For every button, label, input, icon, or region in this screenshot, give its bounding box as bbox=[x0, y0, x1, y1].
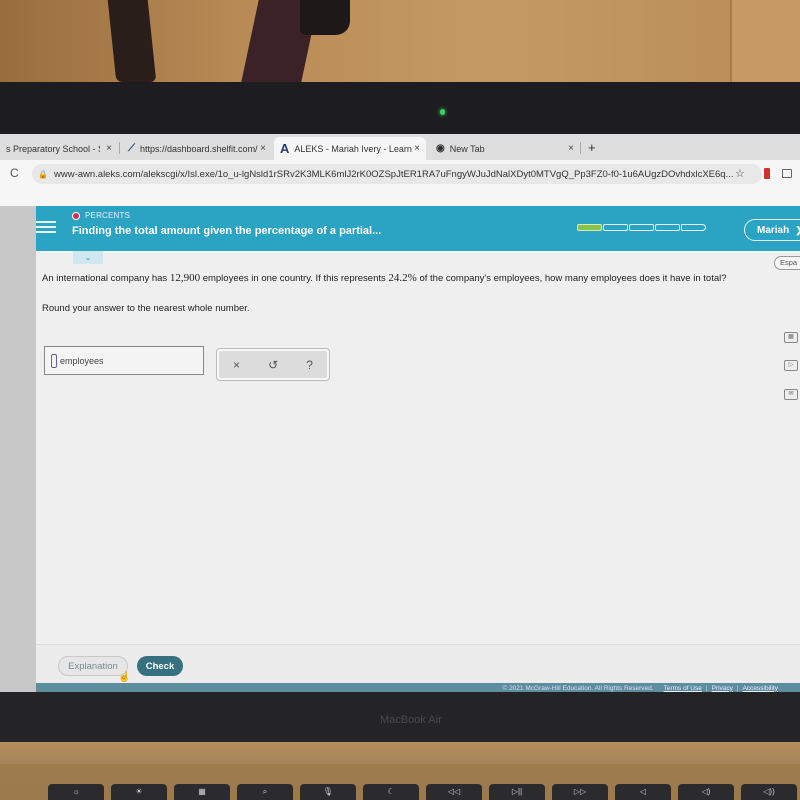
function-key[interactable]: ◁)) bbox=[741, 784, 797, 800]
mouse-pointer-icon: ☝ bbox=[118, 672, 131, 683]
tab-label: https://dashboard.shelfit.com/ bbox=[140, 143, 258, 154]
device-brand-label: MacBook Air bbox=[380, 714, 442, 726]
progress-segment bbox=[655, 224, 680, 231]
input-cursor-icon bbox=[51, 353, 57, 368]
function-key[interactable]: ☼ bbox=[48, 784, 104, 800]
tab-new-tab[interactable]: ◉ New Tab × bbox=[430, 137, 580, 160]
aleks-page: PERCENTS Finding the total amount given … bbox=[0, 206, 800, 692]
progress-segment bbox=[577, 224, 602, 231]
new-tab-button[interactable]: + bbox=[588, 140, 596, 155]
lock-icon: 🔒 bbox=[38, 169, 48, 179]
background-shoe bbox=[300, 0, 350, 35]
menu-hamburger-icon[interactable] bbox=[36, 218, 56, 234]
collapse-header-button[interactable]: ⌄ bbox=[73, 251, 103, 264]
background-room bbox=[0, 0, 800, 90]
laptop-top-bezel bbox=[0, 82, 800, 138]
tab-close-icon[interactable]: × bbox=[414, 143, 420, 154]
privacy-link[interactable]: Privacy bbox=[712, 685, 733, 692]
reload-icon[interactable]: C bbox=[10, 166, 19, 180]
shelfit-favicon-icon: ⟋ bbox=[128, 143, 135, 154]
tab-close-icon[interactable]: × bbox=[260, 143, 266, 154]
help-icon[interactable]: ? bbox=[306, 358, 313, 372]
function-key[interactable]: ◁ bbox=[615, 784, 671, 800]
check-button[interactable]: Check bbox=[137, 656, 183, 676]
answer-tools-panel: × ↺ ? bbox=[216, 348, 330, 381]
topic-progress-bar bbox=[577, 224, 707, 231]
browser-window: s Preparatory School - Sign × ⟋ https://… bbox=[0, 134, 800, 692]
bookmark-star-icon[interactable]: ☆ bbox=[735, 167, 745, 180]
action-bar: Explanation Check ☝ bbox=[36, 644, 800, 684]
topic-label: PERCENTS bbox=[85, 211, 131, 220]
url-text: www-awn.aleks.com/alekscgi/x/Isl.exe/1o_… bbox=[53, 168, 734, 180]
progress-segment bbox=[629, 224, 654, 231]
chrome-favicon-icon: ◉ bbox=[436, 143, 445, 154]
tab-close-icon[interactable]: × bbox=[106, 143, 112, 154]
function-key[interactable]: 🎙 bbox=[300, 784, 356, 800]
function-key[interactable]: ▦ bbox=[174, 784, 230, 800]
tab-separator bbox=[580, 142, 581, 154]
extension-icon[interactable] bbox=[782, 169, 792, 178]
mail-icon[interactable]: ✉ bbox=[784, 389, 798, 400]
function-key[interactable]: ◁) bbox=[678, 784, 734, 800]
clear-icon[interactable]: × bbox=[233, 358, 240, 372]
topic-status-dot-icon bbox=[72, 211, 80, 220]
chevron-down-icon: ⌄ bbox=[84, 252, 92, 262]
employee-count: 12,900 bbox=[169, 272, 201, 284]
tab-shelfit[interactable]: ⟋ https://dashboard.shelfit.com/ × bbox=[122, 137, 272, 160]
function-key[interactable]: ▷▷ bbox=[552, 784, 608, 800]
accessibility-link[interactable]: Accessibility bbox=[743, 685, 778, 692]
background-door-frame bbox=[730, 0, 800, 90]
topic-header: PERCENTS Finding the total amount given … bbox=[36, 206, 800, 251]
tab-label: ALEKS - Mariah Ivery - Learn bbox=[294, 143, 412, 154]
function-key[interactable]: ▷|| bbox=[489, 784, 545, 800]
function-key[interactable]: ◁◁ bbox=[426, 784, 482, 800]
url-input[interactable]: 🔒 www-awn.aleks.com/alekscgi/x/Isl.exe/1… bbox=[32, 164, 762, 184]
percentage-value: 24.2% bbox=[388, 272, 417, 284]
tab-label: New Tab bbox=[449, 143, 485, 154]
page-left-margin bbox=[0, 206, 36, 692]
laptop-bottom-bezel: MacBook Air bbox=[0, 692, 800, 742]
answer-unit-label: employees bbox=[60, 355, 104, 366]
tab-close-icon[interactable]: × bbox=[568, 143, 574, 154]
function-key[interactable]: ☀ bbox=[111, 784, 167, 800]
extension-icon[interactable] bbox=[764, 168, 770, 179]
undo-icon[interactable]: ↺ bbox=[268, 358, 278, 372]
rounding-instruction: Round your answer to the nearest whole n… bbox=[42, 303, 250, 314]
topic-category: PERCENTS bbox=[72, 211, 130, 220]
tab-label: s Preparatory School - Sign bbox=[6, 143, 100, 154]
topic-title: Finding the total amount given the perce… bbox=[72, 225, 382, 237]
function-key[interactable]: ☾ bbox=[363, 784, 419, 800]
espanol-button[interactable]: Espa bbox=[774, 256, 800, 270]
keyboard-function-row: ☼ ☀ ▦ ⌕ 🎙 ☾ ◁◁ ▷|| ▷▷ ◁ ◁) ◁)) bbox=[0, 784, 800, 800]
tab-school[interactable]: s Preparatory School - Sign × bbox=[0, 137, 118, 160]
function-key[interactable]: ⌕ bbox=[237, 784, 293, 800]
page-footer: © 2021 McGraw-Hill Education. All Rights… bbox=[36, 683, 800, 692]
address-toolbar: C 🔒 www-awn.aleks.com/alekscgi/x/Isl.exe… bbox=[0, 160, 800, 188]
calculator-icon[interactable]: ▦ bbox=[784, 332, 798, 343]
tab-separator bbox=[119, 142, 120, 154]
chevron-down-icon: ❯ bbox=[795, 225, 800, 236]
aleks-favicon-icon: A bbox=[280, 141, 290, 156]
background-person-leg bbox=[107, 0, 157, 82]
progress-segment bbox=[603, 224, 628, 231]
laptop-hinge bbox=[0, 742, 800, 764]
video-icon[interactable]: ▷ bbox=[784, 360, 798, 371]
question-text: An international company has 12,900 empl… bbox=[42, 272, 727, 284]
bookmarks-bar bbox=[0, 188, 800, 206]
camera-indicator-light bbox=[440, 109, 445, 115]
progress-segment bbox=[681, 224, 706, 231]
tab-strip: s Preparatory School - Sign × ⟋ https://… bbox=[0, 134, 800, 160]
copyright-text: © 2021 McGraw-Hill Education. All Rights… bbox=[502, 684, 654, 692]
terms-link[interactable]: Terms of Use bbox=[664, 685, 702, 692]
answer-input[interactable]: employees bbox=[44, 346, 204, 375]
user-name: Mariah bbox=[757, 224, 790, 236]
user-menu-button[interactable]: Mariah ❯ bbox=[744, 219, 800, 241]
tab-aleks[interactable]: A ALEKS - Mariah Ivery - Learn × bbox=[274, 137, 426, 160]
